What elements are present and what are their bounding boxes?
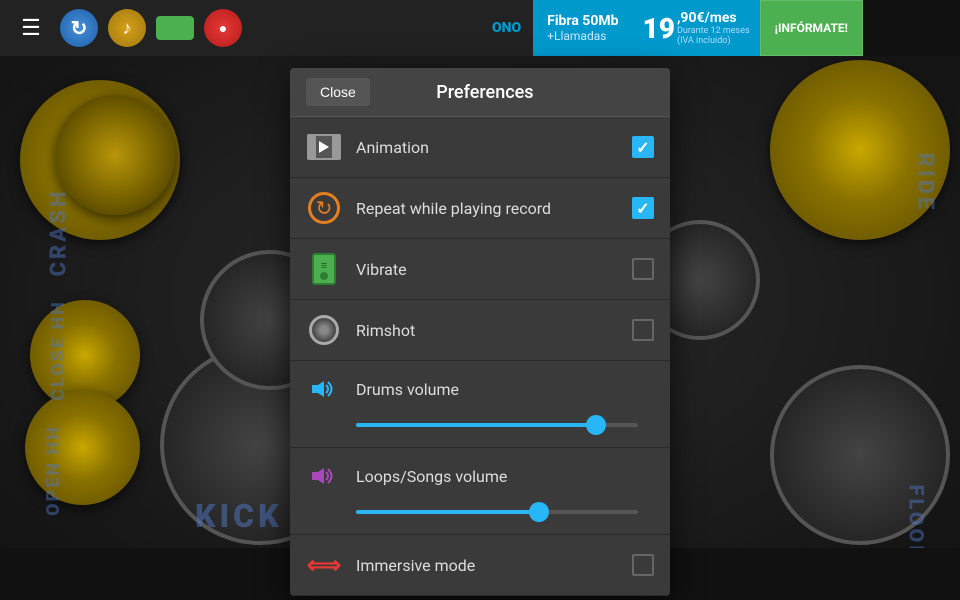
drums-volume-header: Drums volume — [306, 371, 654, 407]
vibrate-icon: ≡ — [306, 251, 342, 287]
immersive-checkbox[interactable] — [632, 554, 654, 576]
animation-icon — [306, 129, 342, 165]
animation-label: Animation — [356, 138, 632, 157]
repeat-row: ↻ Repeat while playing record ✓ — [290, 178, 670, 239]
rimshot-row: Rimshot — [290, 300, 670, 361]
modal-overlay: Close Preferences Animation ✓ ↻ — [0, 0, 960, 600]
animation-row: Animation ✓ — [290, 117, 670, 178]
repeat-label: Repeat while playing record — [356, 199, 632, 218]
arrows-red-icon: ⟺ — [307, 551, 341, 579]
loops-volume-icon — [306, 458, 342, 494]
immersive-icon: ⟺ — [306, 547, 342, 583]
volume-purple-svg — [308, 464, 340, 488]
drums-volume-label: Drums volume — [356, 380, 654, 399]
repeat-checkbox[interactable]: ✓ — [632, 197, 654, 219]
loops-volume-label: Loops/Songs volume — [356, 467, 654, 486]
animation-checkbox[interactable]: ✓ — [632, 136, 654, 158]
loops-volume-row: Loops/Songs volume — [290, 448, 670, 535]
vibrate-label: Vibrate — [356, 260, 632, 279]
rimshot-checkbox[interactable] — [632, 319, 654, 341]
preferences-panel: Close Preferences Animation ✓ ↻ — [290, 68, 670, 596]
immersive-row: ⟺ Immersive mode — [290, 535, 670, 596]
volume-blue-svg — [308, 377, 340, 401]
preferences-header: Close Preferences — [290, 68, 670, 117]
animation-checkmark: ✓ — [636, 138, 649, 157]
vibrate-checkbox[interactable] — [632, 258, 654, 280]
immersive-label: Immersive mode — [356, 556, 632, 575]
close-button[interactable]: Close — [306, 78, 370, 106]
rimshot-label: Rimshot — [356, 321, 632, 340]
drums-volume-thumb[interactable] — [586, 415, 606, 435]
loops-volume-thumb[interactable] — [529, 502, 549, 522]
repeat-icon: ↻ — [306, 190, 342, 226]
drums-volume-icon — [306, 371, 342, 407]
preferences-title: Preferences — [386, 82, 584, 103]
loops-volume-header: Loops/Songs volume — [306, 458, 654, 494]
rimshot-icon — [306, 312, 342, 348]
drums-volume-row: Drums volume — [290, 361, 670, 448]
vibrate-row: ≡ Vibrate — [290, 239, 670, 300]
repeat-checkmark: ✓ — [636, 199, 649, 218]
